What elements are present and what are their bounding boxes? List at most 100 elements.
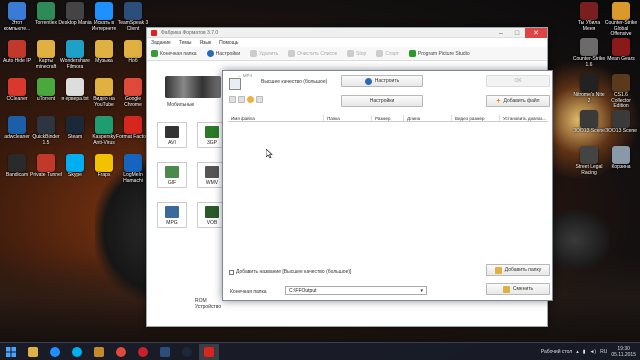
checkbox-box[interactable] bbox=[229, 269, 234, 275]
desktop-icon[interactable]: CS1.6 Collector Edition bbox=[604, 74, 638, 110]
desktop-icon[interactable]: Counter-Strike 1.6 bbox=[572, 38, 606, 68]
utorrent-icon bbox=[37, 78, 55, 96]
desktop-icon[interactable]: Counter-Strike Global Offensive bbox=[604, 2, 638, 38]
minimize-button[interactable]: – bbox=[493, 28, 509, 38]
play-icon[interactable] bbox=[247, 96, 254, 103]
teamspeak-icon bbox=[124, 2, 142, 20]
add-folder-button[interactable]: Добавить папку bbox=[486, 264, 550, 276]
game-icon bbox=[580, 110, 598, 128]
clear-icon bbox=[288, 50, 296, 57]
cs-icon bbox=[94, 346, 104, 357]
column-video-size[interactable]: Видео размер bbox=[452, 115, 500, 121]
desktop-icon[interactable]: LogMeIn Hamachi bbox=[116, 154, 150, 184]
ok-button[interactable]: OK bbox=[486, 75, 550, 87]
search-icon bbox=[95, 2, 113, 20]
taskbar-skype[interactable] bbox=[67, 344, 87, 360]
windows-logo-icon bbox=[6, 346, 16, 357]
options-button[interactable]: Настройки bbox=[206, 50, 240, 57]
network-icon[interactable]: ▮ bbox=[583, 349, 586, 355]
toolbar: Конечная папка Настройки Удалить Очистит… bbox=[147, 47, 547, 61]
column-length[interactable]: Длина bbox=[404, 115, 452, 121]
desktop-icon-label: Ты Убила Меня bbox=[577, 20, 601, 32]
menu-item-language[interactable]: Язык bbox=[199, 40, 211, 46]
desktop-icon[interactable]: Ноб bbox=[116, 40, 150, 65]
taskbar-ie[interactable] bbox=[45, 344, 65, 360]
clear-list-button[interactable]: Очистить Список bbox=[288, 50, 337, 57]
menu-bar: Задание Темы Язык Помощь bbox=[147, 38, 547, 47]
taskbar-explorer[interactable] bbox=[23, 344, 43, 360]
desktop-icon-label: Skype bbox=[68, 172, 82, 178]
desktop-icon[interactable]: Google Chrome bbox=[116, 78, 150, 108]
column-folder[interactable]: Папка bbox=[324, 115, 372, 121]
desktop-icon[interactable]: Ты Убила Меня bbox=[572, 2, 606, 32]
taskbar-format-factory[interactable] bbox=[199, 343, 219, 360]
tray-desktop-label[interactable]: Рабочий стол bbox=[541, 349, 572, 355]
configure-button[interactable]: Настроить bbox=[341, 75, 423, 87]
column-size[interactable]: Размер bbox=[372, 115, 404, 121]
picture-studio-button[interactable]: Program Picture Studio bbox=[408, 50, 470, 57]
info-icon[interactable] bbox=[256, 96, 263, 103]
folder-icon bbox=[151, 50, 158, 57]
mobile-devices-image bbox=[165, 76, 221, 98]
stop-button[interactable]: Stop bbox=[347, 50, 366, 57]
menu-item-task[interactable]: Задание bbox=[151, 40, 171, 46]
desktop-icon[interactable]: Mean Gears bbox=[604, 38, 638, 63]
desktop-icon-label: Counter-Strike 1.6 bbox=[572, 56, 606, 68]
taskbar-teamspeak[interactable] bbox=[155, 344, 175, 360]
desktop-icon-label: Format Factory bbox=[116, 134, 150, 140]
taskbar-cs[interactable] bbox=[89, 344, 109, 360]
taskbar-steam[interactable] bbox=[177, 344, 197, 360]
desktop-icon[interactable]: ЗОО13 Scene bbox=[604, 110, 638, 135]
taskbar-opera[interactable] bbox=[133, 344, 153, 360]
file-list-area[interactable] bbox=[228, 122, 548, 264]
tray-arrow-icon[interactable]: ▴ bbox=[576, 349, 579, 355]
desktop-mania-icon bbox=[66, 2, 84, 20]
desktop-icon[interactable]: TeamSpeak 3 Client bbox=[116, 2, 150, 32]
column-filename[interactable]: Имя файла bbox=[228, 115, 324, 121]
remove-button[interactable]: Удалить bbox=[250, 50, 278, 57]
torrent-icon bbox=[37, 2, 55, 20]
game-icon bbox=[612, 110, 630, 128]
column-set-range[interactable]: Установить диапаз... bbox=[500, 115, 548, 121]
format-factory-icon bbox=[124, 116, 142, 134]
desktop-icon[interactable]: Корзина bbox=[604, 146, 638, 171]
taskbar-chrome[interactable] bbox=[111, 344, 131, 360]
skype-icon bbox=[72, 346, 82, 357]
volume-icon[interactable]: ◄) bbox=[589, 349, 596, 355]
format-gif[interactable]: GIF bbox=[157, 162, 187, 188]
folder-icon bbox=[494, 266, 502, 274]
add-name-checkbox[interactable]: Добавить название [Высшее качество (боль… bbox=[229, 269, 351, 275]
language-indicator[interactable]: RU bbox=[600, 349, 607, 355]
desktop-icon[interactable]: Format Factory bbox=[116, 116, 150, 141]
maximize-button[interactable]: □ bbox=[509, 28, 525, 38]
folder-icon bbox=[502, 285, 510, 293]
format-sidebar: Мобильные AVI 3GP GIF WMV MPG VOB ROM Ус… bbox=[147, 62, 227, 326]
desktop-icon[interactable]: Nitrome's Nite 2 bbox=[572, 74, 606, 104]
close-button[interactable]: ✕ bbox=[525, 28, 547, 38]
format-mpg[interactable]: MPG bbox=[157, 202, 187, 228]
menu-item-themes[interactable]: Темы bbox=[179, 40, 192, 46]
desktop-icon[interactable]: Street Legal Racing bbox=[572, 146, 606, 176]
format-avi[interactable]: AVI bbox=[157, 122, 187, 148]
desktop-icon-label: ЗОО13 Scene bbox=[573, 128, 605, 134]
clock[interactable]: 19:30 05.11.2015 bbox=[611, 346, 636, 358]
settings-button[interactable]: Настройки bbox=[341, 95, 423, 107]
start-button[interactable]: Старт bbox=[376, 50, 399, 57]
app-icon bbox=[151, 29, 157, 36]
output-folder-select[interactable]: C:\FFOutput ▾ bbox=[285, 286, 427, 295]
video-format-icon bbox=[205, 126, 219, 138]
add-file-button[interactable]: + Добавить файл bbox=[486, 95, 550, 107]
desktop-icon-label: Auto Hide IP bbox=[2, 58, 32, 64]
system-tray: Рабочий стол ▴ ▮ ◄) RU 19:30 05.11.2015 bbox=[541, 343, 640, 360]
output-folder-button[interactable]: Конечная папка bbox=[151, 50, 197, 57]
clock-date: 05.11.2015 bbox=[611, 352, 636, 358]
category-mobile[interactable]: Мобильные bbox=[167, 102, 194, 108]
menu-item-help[interactable]: Помощь bbox=[219, 40, 238, 46]
stop-icon bbox=[347, 50, 355, 57]
start-button[interactable] bbox=[0, 343, 22, 360]
change-button[interactable]: Сменить bbox=[486, 283, 550, 295]
remove-row-icon[interactable] bbox=[229, 96, 236, 103]
clear-rows-icon[interactable] bbox=[238, 96, 245, 103]
settings-icon bbox=[364, 77, 372, 85]
desktop-icon[interactable]: ЗОО13 Scene bbox=[572, 110, 606, 135]
